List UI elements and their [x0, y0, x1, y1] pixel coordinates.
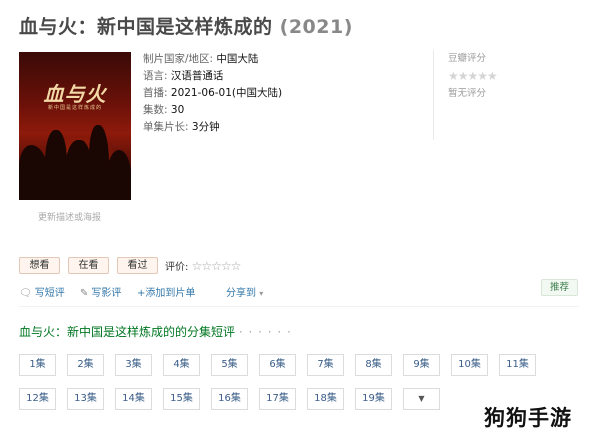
episode-11-button[interactable]: 11集 — [499, 354, 536, 376]
episode-4-button[interactable]: 4集 — [163, 354, 200, 376]
pencil-icon: ✎ — [80, 288, 89, 299]
review-label: 写影评 — [91, 288, 122, 299]
runtime-value: 3分钟 — [191, 121, 220, 133]
episode-3-button[interactable]: 3集 — [115, 354, 152, 376]
episode-1-button[interactable]: 1集 — [19, 354, 56, 376]
more-episodes-chevron-icon[interactable]: ▼ — [403, 388, 440, 410]
poster-update-link[interactable]: 更新描述或海报 — [38, 210, 101, 223]
poster-silhouette — [45, 130, 67, 200]
poster-title: 血与火 — [43, 82, 107, 106]
section-title: 血与火：新中国是这样炼成的的分集短评 — [19, 325, 236, 339]
short-review-label: 写短评 — [34, 288, 65, 299]
episode-15-button[interactable]: 15集 — [163, 388, 200, 410]
want-to-watch-button[interactable]: 想看 — [19, 257, 60, 274]
title-text: 血与火：新中国是这样炼成的 — [19, 16, 273, 38]
poster-silhouette — [65, 140, 91, 200]
chevron-down-icon: ▾ — [259, 289, 264, 298]
episode-7-button[interactable]: 7集 — [307, 354, 344, 376]
country-label: 制片国家/地区: — [143, 53, 214, 65]
rating-label: 豆瓣评分 — [448, 53, 487, 64]
premiere-label: 首播: — [143, 87, 168, 99]
poster-image[interactable]: 血与火 新中国是这样炼成的 — [19, 52, 131, 200]
episode-12-button[interactable]: 12集 — [19, 388, 56, 410]
write-review-link[interactable]: ✎ 写影评 — [80, 284, 121, 299]
recommend-button[interactable]: 推荐 — [541, 279, 578, 296]
episode-19-button[interactable]: 19集 — [355, 388, 392, 410]
episodes-label: 集数: — [143, 104, 168, 116]
episode-9-button[interactable]: 9集 — [403, 354, 440, 376]
episode-10-button[interactable]: 10集 — [451, 354, 488, 376]
episode-14-button[interactable]: 14集 — [115, 388, 152, 410]
episode-5-button[interactable]: 5集 — [211, 354, 248, 376]
episode-18-button[interactable]: 18集 — [307, 388, 344, 410]
add-to-list-link[interactable]: +添加到片单 — [137, 284, 195, 299]
episode-reviews-heading: 血与火：新中国是这样炼成的的分集短评 · · · · · · — [19, 323, 292, 340]
rate-widget: 评价: ☆☆☆☆☆ — [165, 258, 242, 273]
watched-button[interactable]: 看过 — [117, 257, 158, 274]
rate-stars-input[interactable]: ☆☆☆☆☆ — [192, 259, 242, 273]
episode-2-button[interactable]: 2集 — [67, 354, 104, 376]
share-link[interactable]: 分享到 ▾ — [226, 284, 263, 299]
language-label: 语言: — [143, 70, 168, 82]
language-value: 汉语普通话 — [170, 70, 224, 82]
page-title: 血与火：新中国是这样炼成的 (2021) — [19, 12, 353, 39]
episode-13-button[interactable]: 13集 — [67, 388, 104, 410]
country-value: 中国大陆 — [216, 53, 259, 65]
runtime-label: 单集片长: — [143, 121, 189, 133]
episode-6-button[interactable]: 6集 — [259, 354, 296, 376]
rating-none: 暂无评分 — [448, 88, 487, 99]
poster-subtitle: 新中国是这样炼成的 — [47, 105, 102, 111]
watermark: 狗狗手游 — [484, 406, 572, 430]
section-dots: · · · · · · — [238, 325, 292, 339]
divider — [19, 306, 579, 307]
poster-silhouette — [89, 125, 109, 200]
episode-16-button[interactable]: 16集 — [211, 388, 248, 410]
rate-label: 评价: — [165, 262, 189, 273]
write-short-review-link[interactable]: 🗨 写短评 — [19, 284, 65, 299]
douban-rating: 豆瓣评分 ★★★★★ 暂无评分 — [433, 50, 498, 140]
rating-stars-icon: ★★★★★ — [448, 69, 498, 83]
episode-17-button[interactable]: 17集 — [259, 388, 296, 410]
share-label: 分享到 — [226, 288, 256, 299]
watching-button[interactable]: 在看 — [68, 257, 109, 274]
info-panel: 制片国家/地区: 中国大陆 语言: 汉语普通话 首播: 2021-06-01(中… — [143, 51, 282, 136]
poster-silhouette — [107, 150, 131, 200]
episodes-value: 30 — [170, 104, 185, 116]
episode-8-button[interactable]: 8集 — [355, 354, 392, 376]
speech-bubble-icon: 🗨 — [19, 288, 32, 299]
title-year: (2021) — [279, 16, 353, 38]
premiere-value: 2021-06-01(中国大陆) — [170, 87, 283, 99]
